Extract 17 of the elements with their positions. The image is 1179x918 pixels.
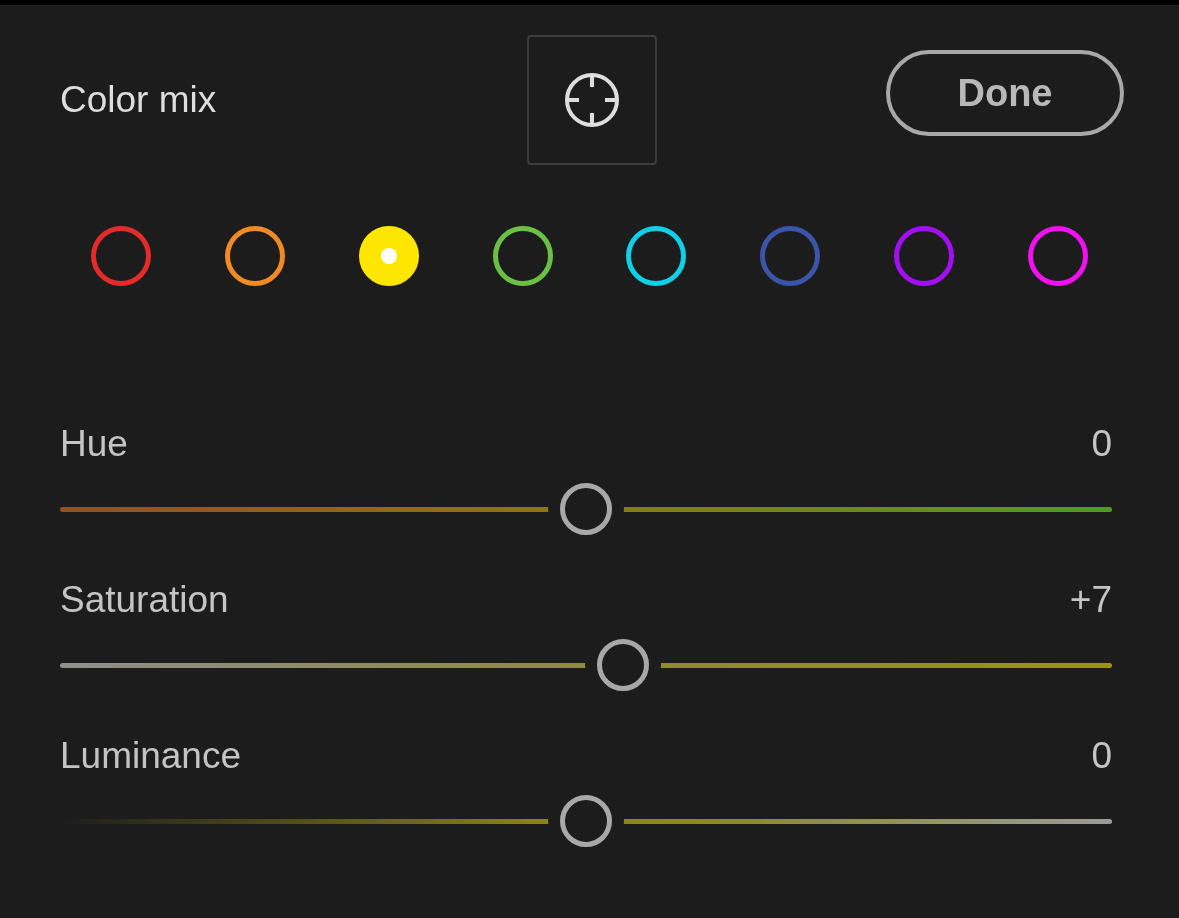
panel-title: Color mix — [60, 79, 217, 121]
slider-value: 0 — [1091, 734, 1112, 778]
color-swatch[interactable] — [492, 226, 553, 286]
crosshair-icon — [563, 71, 621, 129]
slider-value: 0 — [1091, 422, 1112, 466]
color-swatch[interactable] — [224, 226, 285, 286]
target-adjust-button[interactable] — [527, 35, 657, 165]
slider-label: Luminance — [60, 734, 241, 778]
slider-label: Hue — [60, 422, 128, 466]
slider-value: +7 — [1069, 578, 1112, 622]
color-swatch[interactable] — [760, 226, 821, 286]
color-swatch[interactable] — [626, 226, 687, 286]
done-button[interactable]: Done — [886, 50, 1124, 136]
slider-label: Saturation — [60, 578, 229, 622]
color-swatch[interactable] — [1027, 226, 1088, 286]
color-swatch[interactable] — [894, 226, 955, 286]
color-swatch[interactable] — [91, 226, 151, 286]
